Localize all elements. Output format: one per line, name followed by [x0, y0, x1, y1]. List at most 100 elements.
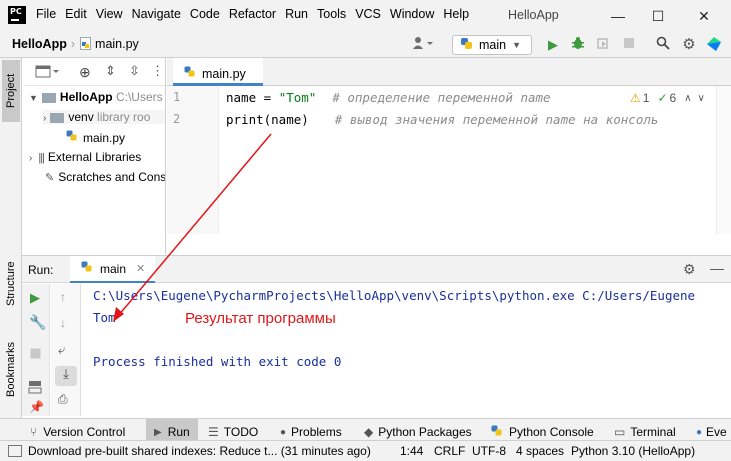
console-line: C:\Users\Eugene\PycharmProjects\HelloApp…	[93, 288, 696, 303]
close-icon[interactable]: ✕	[136, 262, 145, 275]
run-icon[interactable]: ▶	[544, 36, 562, 54]
main-file-label: main.py	[83, 131, 126, 145]
tab-run[interactable]: ▶ Run	[146, 419, 198, 441]
menu-navigate[interactable]: Navigate	[132, 7, 181, 21]
gear-icon[interactable]: ⚙	[680, 36, 698, 54]
coverage-icon[interactable]	[594, 36, 612, 54]
user-icon[interactable]	[410, 36, 436, 54]
tree-venv[interactable]: › venv library roo	[43, 110, 165, 124]
scroll-to-end-icon[interactable]: ⤓	[55, 366, 77, 386]
menu-view[interactable]: View	[96, 7, 123, 21]
menu-vcs[interactable]: VCS	[355, 7, 381, 21]
menu-refactor[interactable]: Refactor	[229, 7, 276, 21]
tab-python-console[interactable]: Python Console	[490, 419, 594, 441]
tab-main-py[interactable]: main.py	[173, 58, 263, 86]
layout-icon[interactable]	[28, 380, 42, 397]
interpreter[interactable]: Python 3.10 (HelloApp)	[571, 444, 695, 458]
tree-scratches[interactable]: ✎ Scratches and Cons	[45, 170, 166, 184]
menu-file[interactable]: File	[36, 7, 56, 21]
run-label: Run:	[28, 263, 54, 277]
collapse-all-icon[interactable]: ⇳	[129, 63, 140, 79]
line-separator[interactable]: CRLF	[434, 444, 465, 458]
code-text: print(name)	[226, 112, 309, 127]
python-file-icon	[79, 37, 91, 51]
chevron-right-icon: ›	[43, 113, 47, 124]
breadcrumb-project[interactable]: HelloApp	[12, 37, 67, 51]
tool-window-bar: ⑂ Version Control ▶ Run ☰ TODO ● Problems ◆ P…	[0, 418, 731, 441]
title-bar: PC File Edit View Navigate Code Refactor…	[0, 0, 731, 32]
window-title: HelloApp	[508, 8, 559, 22]
pin-icon[interactable]: 📌	[29, 400, 44, 414]
menu-edit[interactable]: Edit	[65, 7, 87, 21]
console-output[interactable]: C:\Users\Eugene\PycharmProjects\HelloApp…	[82, 284, 731, 416]
tab-event-log[interactable]: ● Eve	[696, 419, 727, 441]
tab-label: Python Console	[509, 425, 594, 439]
python-icon	[80, 261, 94, 276]
menu-window[interactable]: Window	[390, 7, 434, 21]
jetbrains-toolbox-icon[interactable]	[705, 36, 723, 54]
view-mode-icon[interactable]	[35, 65, 59, 82]
wrench-icon[interactable]: 🔧	[29, 314, 46, 331]
tree-main-file[interactable]: main.py	[65, 130, 125, 145]
code-editor[interactable]: name = "Tom" # определение переменной nam…	[220, 86, 716, 234]
tab-bookmarks[interactable]: Bookmarks	[2, 328, 20, 410]
file-encoding[interactable]: UTF-8	[472, 444, 506, 458]
stop-icon[interactable]	[30, 348, 41, 362]
debug-icon[interactable]	[569, 36, 587, 54]
rerun-icon[interactable]: ▶	[30, 290, 40, 306]
caret-position[interactable]: 1:44	[400, 444, 423, 458]
line-number: 1	[173, 90, 181, 104]
editor-scrollbar[interactable]	[716, 86, 731, 234]
menu-tools[interactable]: Tools	[317, 7, 346, 21]
left-tool-strip: Project Structure Bookmarks	[0, 58, 22, 418]
project-toolbar: ⊕ ⇕ ⇳ ⋮	[23, 58, 165, 86]
menu-run[interactable]: Run	[285, 7, 308, 21]
hide-icon[interactable]: —	[710, 260, 724, 276]
status-widget-icon[interactable]	[8, 445, 22, 457]
soft-wrap-icon[interactable]: ⤶	[58, 342, 65, 358]
chevron-right-icon: ›	[29, 153, 33, 164]
run-config-select[interactable]: main ▼	[452, 35, 532, 55]
run-tab-label: main	[100, 261, 127, 276]
venv-name: venv	[68, 110, 94, 124]
breadcrumb-file[interactable]: main.py	[95, 37, 139, 51]
locate-icon[interactable]: ⊕	[79, 64, 91, 81]
options-icon[interactable]: ⋮	[151, 63, 164, 79]
console-line: Tom	[93, 310, 116, 325]
tree-external-libraries[interactable]: › ||| External Libraries	[29, 150, 141, 164]
chevron-up-icon[interactable]: ∧	[684, 93, 691, 104]
chevron-down-icon: ▼	[29, 93, 38, 103]
stop-icon[interactable]	[620, 36, 638, 54]
search-icon[interactable]	[654, 36, 672, 54]
inspection-widget[interactable]: ⚠ 1 ✓ 6 ∧ ∨	[630, 91, 705, 105]
arrow-up-icon[interactable]: ↑	[60, 290, 66, 304]
code-line-1[interactable]: name = "Tom" # определение переменной nam…	[226, 90, 551, 105]
tab-label: Problems	[291, 425, 342, 439]
tree-root[interactable]: ▼ HelloApp C:\Users	[29, 90, 163, 104]
scratches-label: Scratches and Cons	[58, 170, 166, 184]
tab-label: TODO	[223, 425, 259, 439]
chevron-down-icon[interactable]: ∨	[698, 93, 705, 104]
menu-help[interactable]: Help	[443, 7, 469, 21]
indent-setting[interactable]: 4 spaces	[516, 444, 564, 458]
tab-terminal[interactable]: ▭ Terminal	[614, 419, 676, 441]
expand-all-icon[interactable]: ⇕	[105, 63, 116, 79]
tab-project[interactable]: Project	[2, 60, 20, 122]
status-message[interactable]: Download pre-built shared indexes: Reduc…	[28, 444, 371, 458]
menu-code[interactable]: Code	[190, 7, 220, 21]
tab-problems[interactable]: ● Problems	[280, 419, 342, 441]
tab-todo[interactable]: ☰ TODO	[208, 419, 258, 441]
maximize-button[interactable]: ☐	[646, 4, 670, 28]
external-label: External Libraries	[47, 150, 142, 164]
close-button[interactable]: ✕	[692, 4, 716, 28]
tab-run-main[interactable]: main ✕	[70, 256, 156, 283]
tab-structure[interactable]: Structure	[2, 248, 20, 320]
gear-icon[interactable]: ⚙	[683, 261, 696, 278]
terminal-icon: ▭	[614, 425, 626, 439]
print-icon[interactable]: ⎙	[58, 392, 68, 407]
arrow-down-icon[interactable]: ↓	[60, 316, 66, 330]
tab-python-packages[interactable]: ◆ Python Packages	[364, 419, 472, 441]
tab-version-control[interactable]: ⑂ Version Control	[30, 419, 125, 441]
minimize-button[interactable]: —	[606, 4, 630, 28]
code-line-2[interactable]: print(name) # вывод значения переменной n…	[226, 112, 658, 127]
